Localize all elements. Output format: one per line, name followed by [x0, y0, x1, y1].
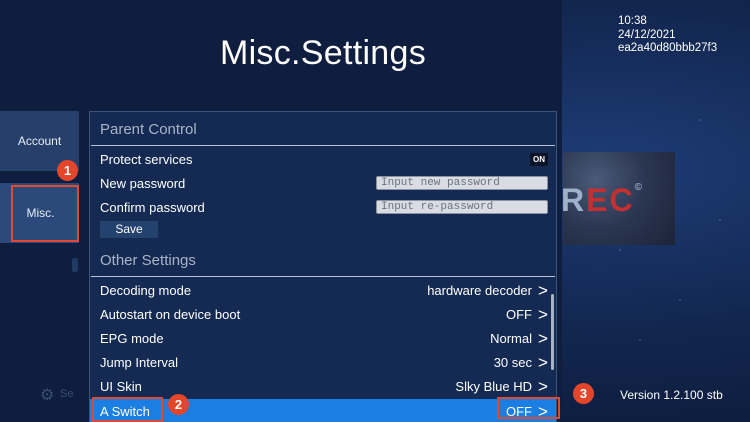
decoding-mode-row[interactable]: Decoding mode hardware decoder >: [90, 278, 556, 302]
confirm-password-label: Confirm password: [100, 199, 205, 215]
confirm-password-row: Confirm password: [90, 195, 556, 219]
new-password-label: New password: [100, 175, 186, 191]
protect-services-label: Protect services: [100, 151, 193, 167]
chevron-right-icon[interactable]: >: [538, 353, 548, 373]
callout-box-off-value: [497, 397, 560, 419]
logo-text-accent: EC: [586, 182, 635, 218]
setting-value: OFF: [506, 306, 532, 322]
sidebar-fragment: [72, 258, 78, 272]
setting-label: UI Skin: [100, 378, 142, 394]
epg-mode-row[interactable]: EPG mode Normal >: [90, 326, 556, 350]
save-button[interactable]: Save: [100, 221, 158, 238]
jump-interval-row[interactable]: Jump Interval 30 sec >: [90, 350, 556, 374]
divider: [91, 145, 555, 146]
device-info: 10:38 24/12/2021 ea2a40d80bbb27f3: [618, 15, 717, 56]
setting-value: Normal: [490, 330, 532, 346]
current-date: 24/12/2021: [618, 28, 676, 41]
chevron-right-icon[interactable]: >: [538, 281, 548, 301]
logo-mark: ©: [634, 182, 644, 193]
confirm-password-field[interactable]: [376, 200, 548, 214]
page-title: Misc.Settings: [219, 34, 427, 72]
sidebar-item-label: Account: [17, 134, 62, 148]
setting-value: Slky Blue HD: [455, 378, 532, 394]
chevron-right-icon[interactable]: >: [538, 377, 548, 397]
ui-skin-row[interactable]: UI Skin Slky Blue HD >: [90, 374, 556, 398]
setting-value: 30 sec: [493, 354, 532, 370]
clock-time: 10:38: [618, 15, 647, 27]
version-label: Version 1.2.100 stb: [620, 388, 723, 402]
logo-text: REC©: [563, 182, 644, 219]
step-marker-3: 3: [573, 383, 594, 404]
section-header-other-settings: Other Settings: [100, 252, 196, 269]
logo-text-plain: R: [563, 182, 587, 218]
setting-label: Jump Interval: [100, 354, 179, 370]
faded-settings-label: Se: [60, 388, 74, 400]
setting-label: EPG mode: [100, 330, 164, 346]
new-password-row: New password: [90, 171, 556, 195]
settings-content: Parent Control Protect services ON New p…: [89, 111, 557, 422]
step-marker-1: 1: [57, 160, 78, 181]
section-header-parent-control: Parent Control: [100, 121, 197, 138]
callout-box-misc: [11, 185, 79, 242]
chevron-right-icon[interactable]: >: [538, 329, 548, 349]
callout-box-a-switch: [92, 397, 163, 422]
divider: [91, 276, 555, 277]
new-password-field[interactable]: [376, 176, 548, 190]
step-marker-2: 2: [168, 394, 189, 415]
logo-image: REC©: [563, 152, 675, 245]
chevron-right-icon[interactable]: >: [538, 305, 548, 325]
gear-icon: ⚙: [40, 387, 55, 404]
setting-label: Decoding mode: [100, 282, 192, 298]
protect-services-row[interactable]: Protect services ON: [90, 147, 556, 171]
settings-panel: Misc.Settings Account Misc. ⚙ Se Parent …: [0, 0, 562, 422]
protect-services-toggle[interactable]: ON: [530, 152, 548, 166]
setting-label: Autostart on device boot: [100, 306, 241, 322]
device-id: ea2a40d80bbb27f3: [618, 42, 718, 55]
scrollbar[interactable]: [551, 294, 554, 370]
setting-value: hardware decoder: [427, 282, 532, 298]
autostart-row[interactable]: Autostart on device boot OFF >: [90, 302, 556, 326]
